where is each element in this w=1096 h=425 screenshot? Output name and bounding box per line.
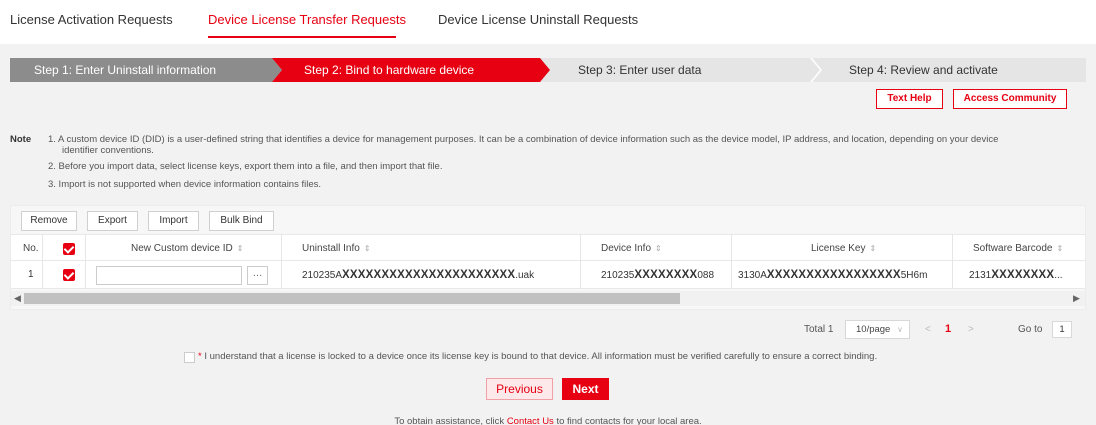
current-page[interactable]: 1 — [945, 323, 951, 335]
row-no: 1 — [28, 269, 34, 280]
header-software-barcode[interactable]: Software Barcode ⇕ — [973, 235, 1063, 262]
next-page-icon[interactable]: > — [968, 324, 974, 335]
scroll-right-icon[interactable]: ▶ — [1073, 291, 1080, 306]
step-4-label: Step 4: Review and activate — [849, 63, 998, 77]
remove-button[interactable]: Remove — [21, 211, 77, 231]
header-license-key[interactable]: License Key ⇕ — [811, 235, 876, 262]
select-all-checkbox[interactable] — [63, 243, 75, 255]
browse-ellipsis-button[interactable]: … — [247, 266, 268, 285]
header-software-barcode-label: Software Barcode — [973, 243, 1053, 254]
column-divider — [952, 234, 953, 289]
header-license-key-label: License Key — [811, 243, 866, 254]
tab-device-license-uninstall[interactable]: Device License Uninstall Requests — [438, 12, 638, 27]
sort-icon[interactable]: ⇕ — [655, 244, 662, 253]
device-prefix: 210235 — [601, 270, 635, 281]
previous-button[interactable]: Previous — [486, 378, 553, 400]
row-software-barcode: 2131XXXXXXXX... — [969, 261, 1081, 289]
tab-device-license-transfer[interactable]: Device License Transfer Requests — [208, 12, 406, 27]
step-3-divider — [810, 58, 822, 82]
license-suffix: 5H6m — [900, 270, 928, 281]
access-community-button[interactable]: Access Community — [953, 89, 1067, 109]
barcode-mask: XXXXXXXX — [991, 269, 1055, 281]
goto-label: Go to — [1018, 324, 1043, 335]
row-uninstall-info: 210235AXXXXXXXXXXXXXXXXXXXXXX.uak — [302, 261, 534, 289]
page-size-value: 10/page — [856, 324, 891, 335]
tab-license-activation[interactable]: License Activation Requests — [10, 12, 173, 27]
uninstall-suffix: .uak — [515, 270, 535, 281]
chevron-down-icon: ∨ — [897, 325, 903, 334]
contact-us-link[interactable]: Contact Us — [507, 416, 554, 425]
active-tab-indicator — [208, 36, 396, 38]
note-line-2: 2. Before you import data, select licens… — [48, 161, 443, 172]
barcode-suffix: ... — [1054, 270, 1063, 281]
sort-icon[interactable]: ⇕ — [237, 244, 244, 253]
license-mask: XXXXXXXXXXXXXXXXX — [766, 269, 901, 281]
import-button[interactable]: Import — [148, 211, 199, 231]
goto-page-input[interactable]: 1 — [1052, 321, 1072, 338]
step-3-label: Step 3: Enter user data — [578, 63, 702, 77]
license-prefix: 3130A — [738, 270, 767, 281]
note-label: Note — [10, 134, 32, 145]
assistance-suffix: to find contacts for your local area. — [553, 416, 702, 425]
sort-icon[interactable]: ⇕ — [1057, 244, 1064, 253]
header-device-info-label: Device Info — [601, 243, 652, 254]
required-mark: * — [198, 351, 202, 362]
column-divider — [42, 234, 43, 289]
column-divider — [731, 234, 732, 289]
note-line-1: 1. A custom device ID (DID) is a user-de… — [48, 134, 999, 145]
custom-device-id-input[interactable] — [96, 266, 242, 285]
row-device-info: 210235XXXXXXXX088 — [601, 261, 714, 289]
column-divider — [281, 234, 282, 289]
uninstall-mask: XXXXXXXXXXXXXXXXXXXXXX — [342, 269, 516, 281]
scroll-left-icon[interactable]: ◀ — [14, 291, 21, 306]
page: License Activation Requests Device Licen… — [0, 0, 1096, 425]
text-help-button[interactable]: Text Help — [876, 89, 943, 109]
table-header: No. New Custom device ID ⇕ Uninstall Info… — [11, 234, 1085, 261]
agreement-checkbox[interactable] — [184, 352, 195, 363]
row-checkbox[interactable] — [63, 269, 75, 281]
tab-bar: License Activation Requests Device Licen… — [0, 0, 1096, 44]
sort-icon[interactable]: ⇕ — [869, 244, 876, 253]
column-divider — [85, 234, 86, 289]
agreement-statement: I understand that a license is locked to… — [204, 351, 878, 362]
export-button[interactable]: Export — [87, 211, 138, 231]
row-license-key: 3130AXXXXXXXXXXXXXXXXX5H6m — [738, 261, 960, 289]
scrollbar-thumb[interactable] — [24, 293, 680, 304]
step-1-label: Step 1: Enter Uninstall information — [34, 63, 217, 77]
header-no: No. — [23, 243, 39, 254]
assistance-text: To obtain assistance, click Contact Us t… — [0, 416, 1096, 425]
prev-page-icon[interactable]: < — [925, 324, 931, 335]
uninstall-prefix: 210235A — [302, 270, 343, 281]
total-count: Total 1 — [804, 324, 834, 335]
bulk-bind-button[interactable]: Bulk Bind — [209, 211, 274, 231]
header-custom-device-id-label: New Custom device ID — [131, 243, 233, 254]
page-size-select[interactable]: 10/page ∨ — [845, 320, 910, 339]
barcode-prefix: 2131 — [969, 270, 992, 281]
device-suffix: 088 — [697, 270, 715, 281]
next-button[interactable]: Next — [562, 378, 609, 400]
header-uninstall-info-label: Uninstall Info — [302, 243, 360, 254]
step-2-label: Step 2: Bind to hardware device — [304, 63, 475, 77]
note-line-1-cont: identifier conventions. — [62, 145, 154, 156]
sort-icon[interactable]: ⇕ — [364, 244, 371, 253]
device-mask: XXXXXXXX — [634, 269, 698, 281]
header-custom-device-id[interactable]: New Custom device ID ⇕ — [131, 235, 243, 262]
assistance-prefix: To obtain assistance, click — [394, 416, 507, 425]
step-progress-bar: Step 1: Enter Uninstall information Step… — [10, 58, 1086, 82]
note-line-3: 3. Import is not supported when device i… — [48, 179, 322, 190]
header-uninstall-info[interactable]: Uninstall Info ⇕ — [302, 235, 371, 262]
header-device-info[interactable]: Device Info ⇕ — [601, 235, 662, 262]
agreement-text: * I understand that a license is locked … — [198, 351, 877, 362]
column-divider — [580, 234, 581, 289]
